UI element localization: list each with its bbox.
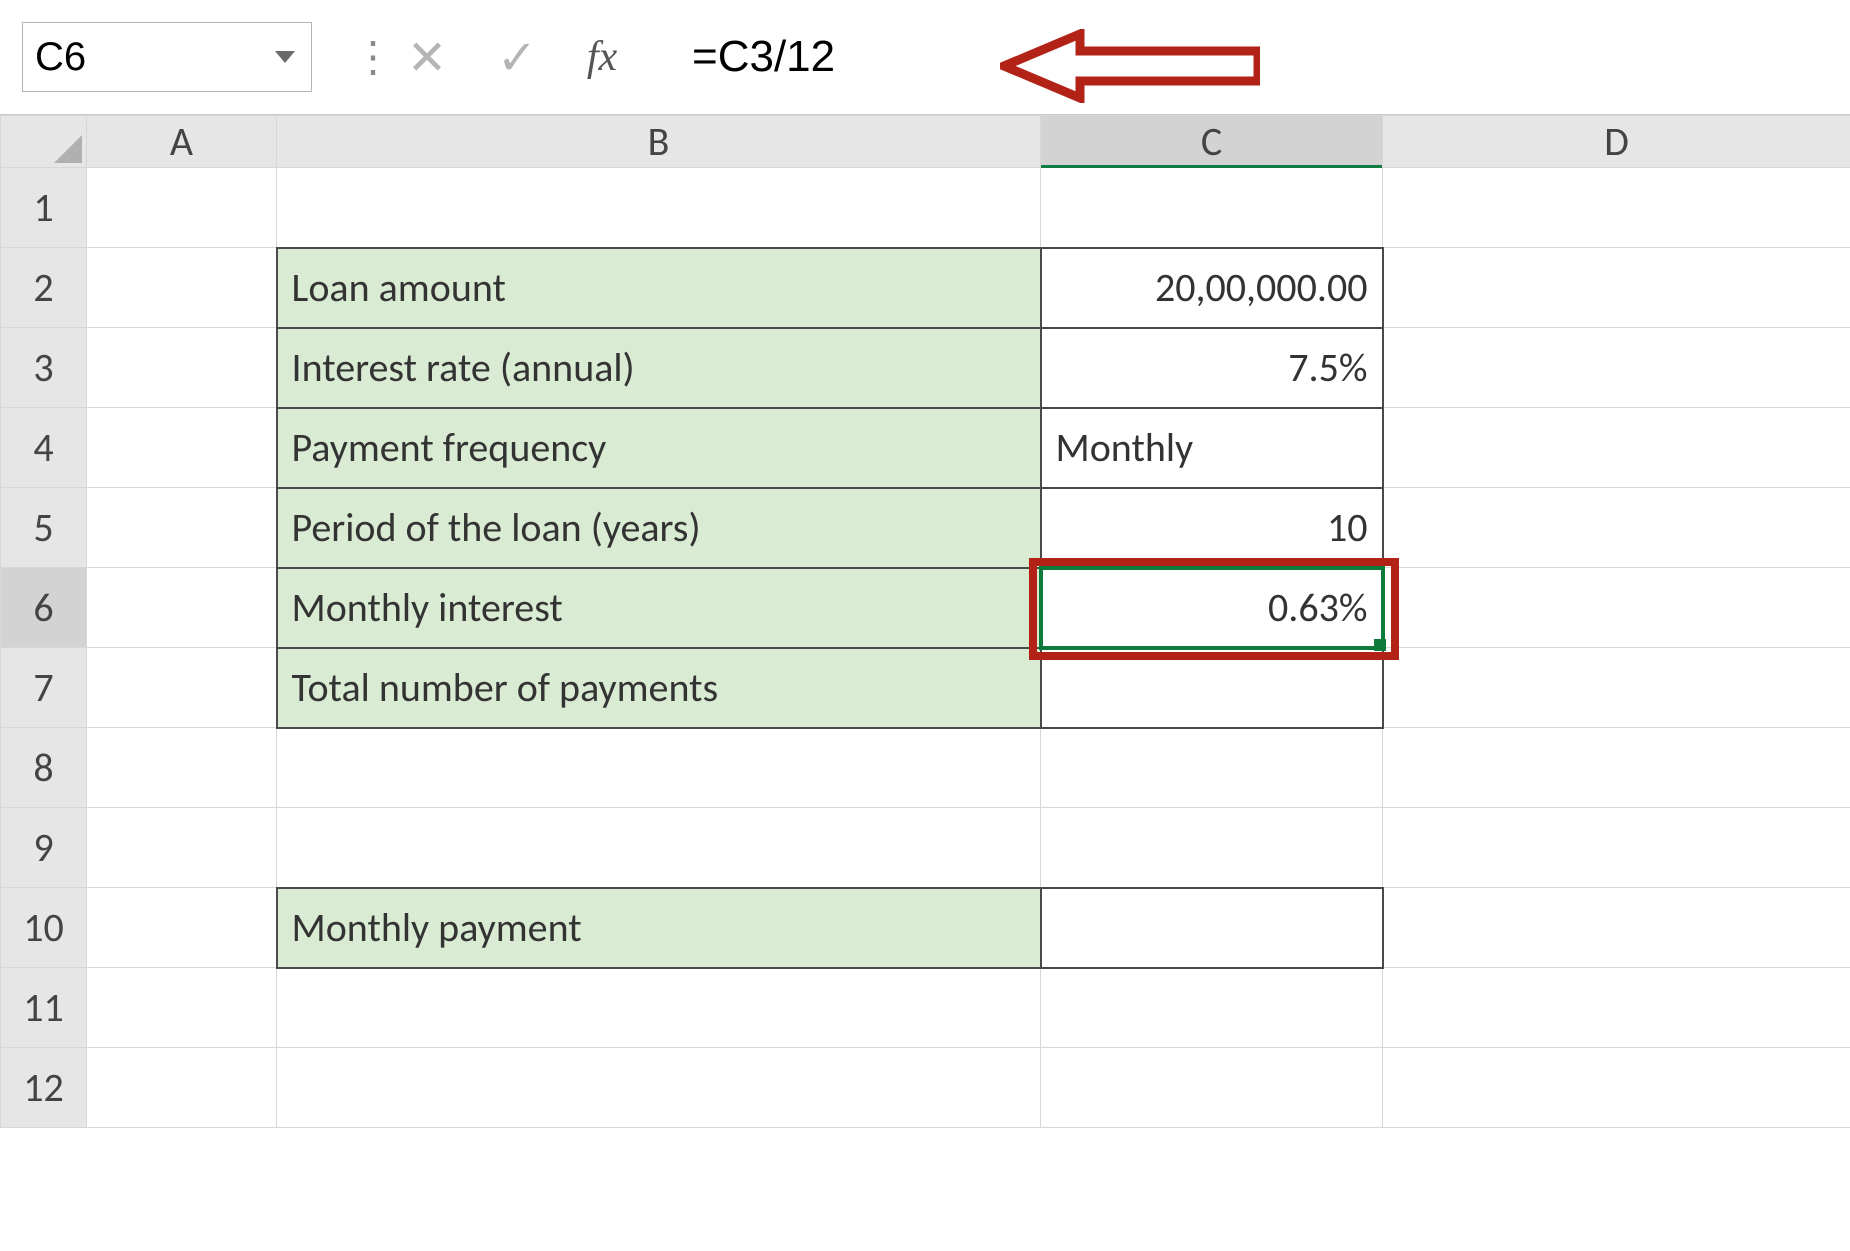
cell-B11[interactable] [277, 968, 1041, 1048]
row-header-8[interactable]: 8 [1, 728, 87, 808]
cell-C2[interactable]: 20,00,000.00 [1041, 248, 1383, 328]
cell-D10[interactable] [1383, 888, 1850, 968]
cell-A4[interactable] [87, 408, 277, 488]
check-icon: ✓ [497, 28, 537, 87]
row-header-2[interactable]: 2 [1, 248, 87, 328]
cell-D2[interactable] [1383, 248, 1850, 328]
cell-B10[interactable]: Monthly payment [277, 888, 1041, 968]
cell-D8[interactable] [1383, 728, 1850, 808]
cell-D7[interactable] [1383, 648, 1850, 728]
resize-handle-icon[interactable]: ⋮ [352, 32, 382, 83]
cell-A11[interactable] [87, 968, 277, 1048]
select-all-button[interactable] [1, 116, 87, 168]
cell-A6[interactable] [87, 568, 277, 648]
row-header-10[interactable]: 10 [1, 888, 87, 968]
cell-B7[interactable]: Total number of payments [277, 648, 1041, 728]
cell-C3[interactable]: 7.5% [1041, 328, 1383, 408]
cell-C10[interactable] [1041, 888, 1383, 968]
cell-D11[interactable] [1383, 968, 1850, 1048]
cell-A9[interactable] [87, 808, 277, 888]
formula-bar: ⋮ ✕ ✓ fx [0, 0, 1850, 115]
cell-D1[interactable] [1383, 168, 1850, 248]
cell-A8[interactable] [87, 728, 277, 808]
column-header-D[interactable]: D [1383, 116, 1850, 168]
row-header-1[interactable]: 1 [1, 168, 87, 248]
cell-C4[interactable]: Monthly [1041, 408, 1383, 488]
row-header-9[interactable]: 9 [1, 808, 87, 888]
cell-C9[interactable] [1041, 808, 1383, 888]
cell-D3[interactable] [1383, 328, 1850, 408]
cell-B6[interactable]: Monthly interest [277, 568, 1041, 648]
cell-B8[interactable] [277, 728, 1041, 808]
cross-icon: ✕ [407, 28, 447, 87]
cell-B4[interactable]: Payment frequency [277, 408, 1041, 488]
cell-A5[interactable] [87, 488, 277, 568]
column-header-B[interactable]: B [277, 116, 1041, 168]
cell-C11[interactable] [1041, 968, 1383, 1048]
cell-B2[interactable]: Loan amount [277, 248, 1041, 328]
row-header-6[interactable]: 6 [1, 568, 87, 648]
cell-A7[interactable] [87, 648, 277, 728]
cell-B1[interactable] [277, 168, 1041, 248]
cell-B9[interactable] [277, 808, 1041, 888]
cell-B12[interactable] [277, 1048, 1041, 1128]
cell-A10[interactable] [87, 888, 277, 968]
row-header-11[interactable]: 11 [1, 968, 87, 1048]
chevron-down-icon [275, 51, 295, 63]
cell-C7[interactable] [1041, 648, 1383, 728]
row-header-3[interactable]: 3 [1, 328, 87, 408]
row-header-5[interactable]: 5 [1, 488, 87, 568]
cell-D5[interactable] [1383, 488, 1850, 568]
cell-C6[interactable]: 0.63% [1041, 568, 1383, 648]
cell-A2[interactable] [87, 248, 277, 328]
cell-C5[interactable]: 10 [1041, 488, 1383, 568]
cell-C1[interactable] [1041, 168, 1383, 248]
row-header-7[interactable]: 7 [1, 648, 87, 728]
name-box[interactable] [22, 22, 312, 92]
cell-C8[interactable] [1041, 728, 1383, 808]
cell-A3[interactable] [87, 328, 277, 408]
enter-button[interactable]: ✓ [472, 23, 562, 91]
cell-B3[interactable]: Interest rate (annual) [277, 328, 1041, 408]
cell-A12[interactable] [87, 1048, 277, 1128]
name-box-input[interactable] [23, 35, 267, 80]
column-header-A[interactable]: A [87, 116, 277, 168]
cell-B5[interactable]: Period of the loan (years) [277, 488, 1041, 568]
cell-D6[interactable] [1383, 568, 1850, 648]
cell-C12[interactable] [1041, 1048, 1383, 1128]
cell-D4[interactable] [1383, 408, 1850, 488]
insert-function-button[interactable]: fx [562, 33, 662, 81]
cell-A1[interactable] [87, 168, 277, 248]
cell-D9[interactable] [1383, 808, 1850, 888]
spreadsheet-grid[interactable]: A B C D 1 2 Loan amount 20,00,000.00 3 I… [0, 115, 1850, 1128]
cancel-button[interactable]: ✕ [382, 23, 472, 91]
fx-icon: fx [587, 34, 617, 80]
formula-input[interactable] [662, 22, 1850, 92]
row-header-4[interactable]: 4 [1, 408, 87, 488]
cell-D12[interactable] [1383, 1048, 1850, 1128]
column-header-C[interactable]: C [1041, 116, 1383, 168]
row-header-12[interactable]: 12 [1, 1048, 87, 1128]
